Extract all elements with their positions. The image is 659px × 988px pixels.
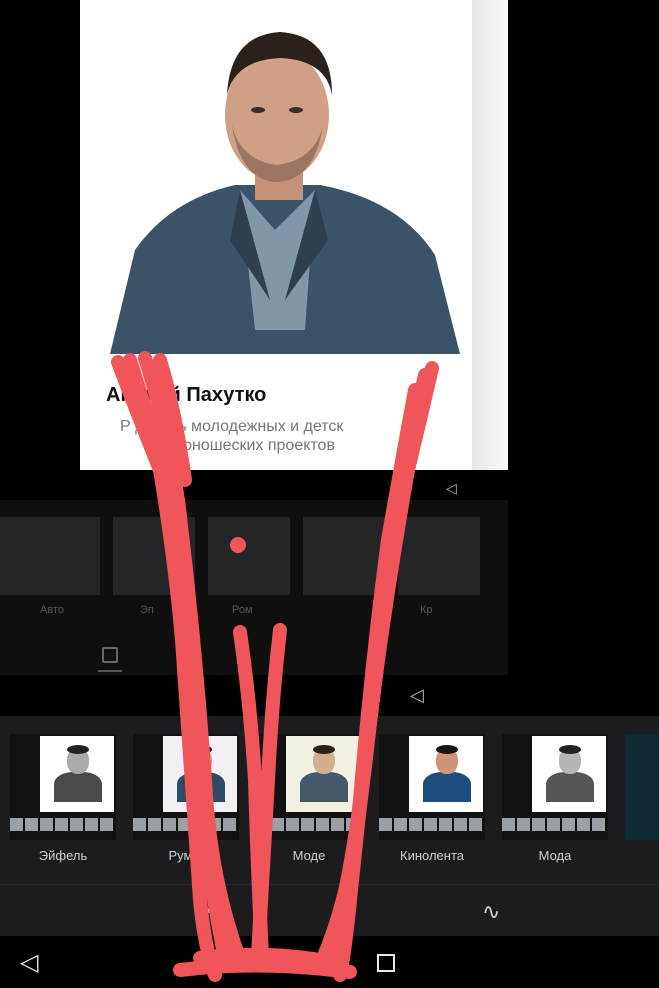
tab-underline — [98, 670, 122, 672]
filter-thumbnail — [286, 736, 360, 812]
filter-strip — [256, 818, 362, 836]
filter-strip — [133, 818, 239, 836]
tool-row: ◔ ∿ — [0, 884, 659, 937]
filter-eiffel[interactable] — [10, 734, 116, 840]
background-editor-panel: Авто Эп Ром Кр — [0, 500, 508, 675]
filter-thumbnail — [163, 736, 237, 812]
ghost-thumb — [303, 517, 385, 595]
filter-label: Рум ц — [168, 848, 204, 863]
filter-strip — [10, 818, 116, 836]
portrait-photo — [80, 0, 472, 354]
ghost-thumb — [18, 517, 100, 595]
ghost-label: Кр — [420, 604, 433, 616]
filter-label: Эйфель — [38, 848, 88, 863]
filter-strip — [379, 818, 485, 836]
filter-strip — [502, 818, 608, 836]
back-arrow-icon: ◁ — [446, 480, 457, 496]
filter-thumbnail — [532, 736, 606, 812]
ghost-thumb — [398, 517, 480, 595]
adjust-icon[interactable]: ◔ — [200, 899, 213, 925]
filter-kinolenta[interactable] — [379, 734, 485, 840]
filter-thumbnail — [40, 736, 114, 812]
person-role-line2: юношеских проектов — [180, 437, 335, 454]
person-role-line1: Р дитель молодежных и детск — [120, 418, 344, 435]
filter-moda[interactable] — [502, 734, 608, 840]
filter-rumynets[interactable] — [133, 734, 239, 840]
doodle-icon[interactable]: ∿ — [482, 899, 500, 925]
filter-label: Кинолента — [400, 848, 464, 863]
screen: Андрей Пахутко Р дитель молодежных и дет… — [0, 0, 659, 988]
system-back-icon[interactable]: ◁ — [20, 948, 38, 977]
system-recents-icon[interactable] — [377, 954, 395, 972]
portrait-illustration — [80, 0, 472, 354]
ghost-label: Ром — [232, 604, 253, 616]
ghost-thumb — [208, 517, 290, 595]
ghost-thumb-strip — [0, 517, 508, 595]
system-nav-bar: ◁ — [0, 936, 659, 988]
ghost-thumb — [113, 517, 195, 595]
ghost-label: Авто — [40, 604, 64, 616]
back-arrow-icon: ◁ — [410, 685, 424, 705]
person-name: Андрей Пахутко — [106, 384, 267, 406]
filter-modern[interactable] — [256, 734, 362, 840]
ghost-label: Эп — [140, 604, 154, 616]
filter-label: Моде — [292, 848, 326, 863]
filter-bar: Эйфель Рум ц Моде Кинолента Мода — [0, 716, 659, 884]
filter-partial[interactable] — [625, 734, 659, 840]
filter-label: Мода — [538, 848, 572, 863]
filter-thumbnail — [409, 736, 483, 812]
page-edge — [472, 0, 508, 470]
export-icon — [102, 647, 118, 663]
